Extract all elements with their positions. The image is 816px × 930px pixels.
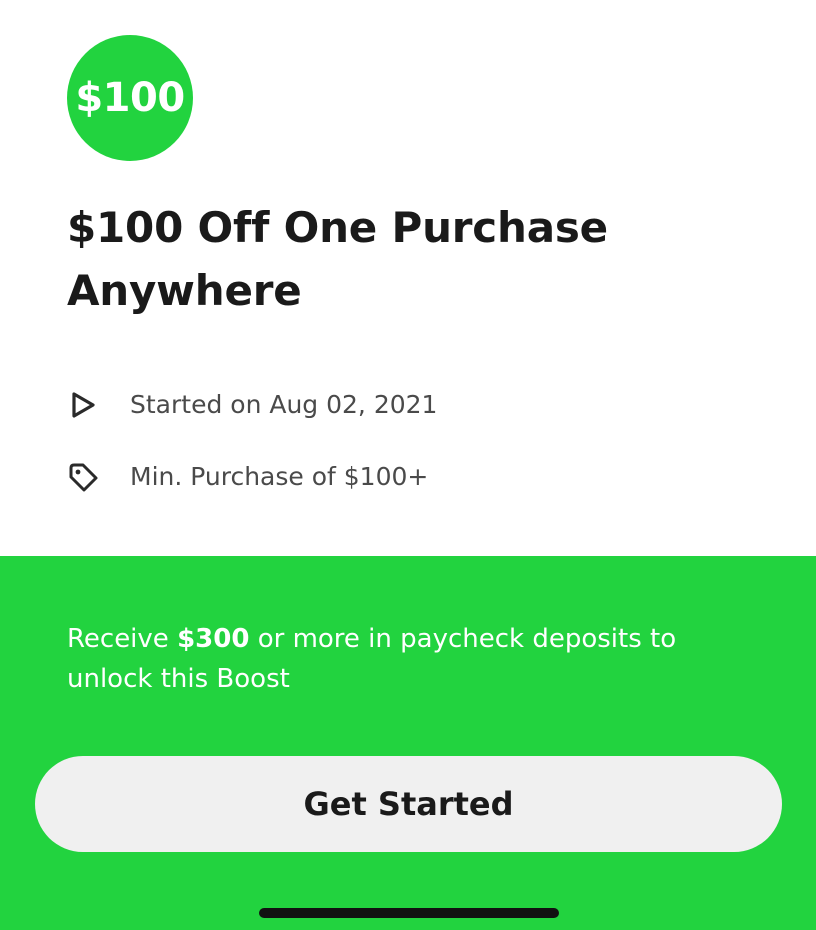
tag-icon [69,463,98,492]
badge-amount: $100 [75,75,185,121]
min-purchase-row: Min. Purchase of $100+ [0,456,816,496]
unlock-prefix: Receive [67,624,178,654]
offer-title: $100 Off One Purchase Anywhere [67,203,608,315]
offer-details: $100 $100 Off One Purchase Anywhere Star… [0,0,816,556]
unlock-requirement: Receive $300 or more in paycheck deposit… [67,619,747,699]
start-date-row: Started on Aug 02, 2021 [0,384,816,424]
unlock-amount: $300 [177,624,250,654]
min-purchase-label: Min. Purchase of $100+ [130,461,429,491]
play-icon [72,392,95,418]
get-started-button[interactable]: Get Started [35,756,782,852]
action-panel: Receive $300 or more in paycheck deposit… [0,556,816,930]
start-date-label: Started on Aug 02, 2021 [130,389,438,419]
offer-amount-badge: $100 [67,35,193,161]
home-indicator[interactable] [259,908,559,918]
